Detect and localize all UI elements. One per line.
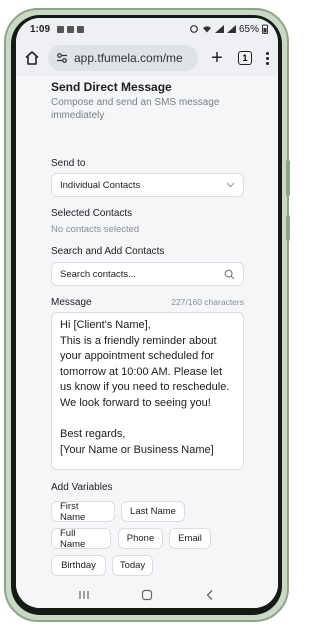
signal-icon — [214, 25, 224, 33]
page-subtitle: Compose and send an SMS message immediat… — [51, 97, 220, 121]
power-button — [286, 215, 290, 241]
mail-icon — [67, 25, 75, 33]
tab-count: 1 — [242, 53, 248, 63]
char-count: 227/160 characters — [171, 297, 244, 307]
notification-icon — [57, 25, 65, 33]
status-right: 65% — [189, 24, 268, 35]
alarm-icon — [190, 25, 198, 33]
home-nav-icon[interactable] — [137, 585, 157, 605]
chevron-down-icon — [226, 182, 235, 188]
send-to-label: Send to — [51, 158, 86, 169]
search-contacts-label: Search and Add Contacts — [51, 246, 165, 257]
variable-phone-button[interactable]: Phone — [118, 528, 163, 549]
search-placeholder: Search contacts... — [60, 268, 137, 280]
send-to-select[interactable]: Individual Contacts — [51, 173, 244, 197]
message-label: Message — [51, 297, 92, 308]
signal-icon-2 — [226, 25, 236, 33]
battery-icon — [262, 24, 268, 34]
image-icon — [77, 25, 85, 33]
system-nav-bar — [16, 582, 278, 608]
battery-level: 65% — [238, 23, 259, 35]
variable-last-name-button[interactable]: Last Name — [121, 501, 185, 522]
search-icon — [224, 269, 235, 280]
tabs-icon[interactable]: 1 — [238, 51, 252, 65]
search-input[interactable]: Search contacts... — [51, 262, 244, 286]
browser-toolbar: app.tfumela.com/me + 1 — [16, 40, 278, 76]
selected-contacts-empty: No contacts selected — [51, 224, 140, 235]
status-time: 1:09 — [30, 23, 51, 35]
more-icon[interactable] — [266, 51, 269, 65]
screen: 1:09 65% app.tfumela.com/me + 1 Send Dir… — [16, 18, 278, 608]
status-bar: 1:09 65% — [16, 18, 278, 40]
address-bar[interactable]: app.tfumela.com/me — [48, 45, 198, 71]
page-content: Send Direct Message Compose and send an … — [16, 76, 278, 582]
volume-button — [286, 160, 290, 196]
wifi-icon — [202, 26, 211, 33]
variable-first-name-button[interactable]: First Name — [51, 501, 115, 523]
recents-icon[interactable] — [74, 585, 94, 605]
variable-birthday-button[interactable]: Birthday — [51, 555, 106, 576]
variable-full-name-button[interactable]: Full Name — [51, 528, 111, 550]
variables-label: Add Variables — [51, 482, 113, 493]
selected-contacts-label: Selected Contacts — [51, 208, 133, 219]
message-textarea[interactable]: Hi [Client's Name], This is a friendly r… — [51, 312, 244, 470]
tune-icon[interactable] — [56, 52, 68, 64]
page-title: Send Direct Message — [51, 80, 172, 94]
back-icon[interactable] — [200, 585, 220, 605]
send-to-value: Individual Contacts — [60, 179, 141, 191]
home-icon[interactable] — [22, 48, 42, 68]
variable-today-button[interactable]: Today — [112, 555, 153, 576]
plus-icon[interactable]: + — [208, 47, 226, 70]
send-message-card: Send Direct Message Compose and send an … — [36, 76, 258, 582]
variable-email-button[interactable]: Email — [169, 528, 211, 549]
url-text: app.tfumela.com/me — [74, 51, 183, 65]
